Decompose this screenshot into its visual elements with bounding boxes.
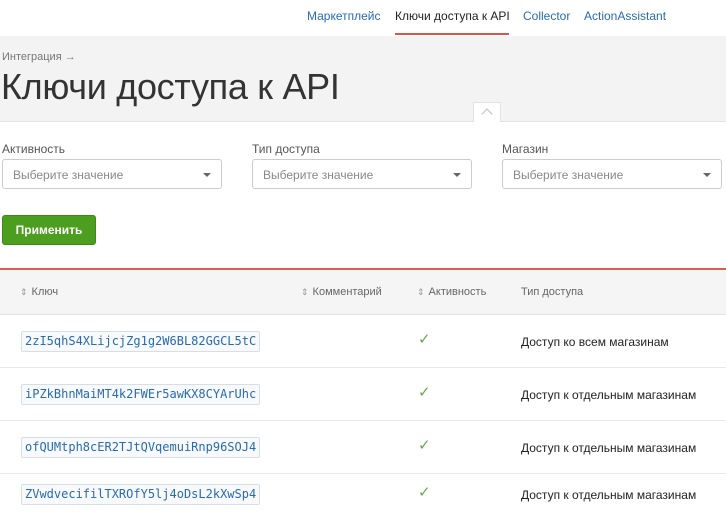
column-key[interactable]: ⇕ Ключ [20,286,58,298]
checkmark-icon: ✓ [418,437,431,454]
filter-shop-label: Магазин [502,142,549,156]
tab-collector[interactable]: Collector [523,9,570,23]
access-type-value: Доступ ко всем магазинам [521,335,669,349]
column-comment-label: Комментарий [312,286,382,298]
chevron-up-icon [481,108,493,120]
api-key-link[interactable]: ofQUMtph8cER2TJtQVqemuiRnp96SOJ4 [21,437,261,458]
checkmark-icon: ✓ [418,384,431,401]
page-title: Ключи доступа к API [1,66,340,107]
checkmark-icon: ✓ [418,331,431,348]
column-activity-label: Активность [428,286,487,298]
api-keys-table: ⇕ Ключ ⇕ Комментарий ⇕ Активность Тип досту… [0,268,726,520]
caret-down-icon [203,173,211,177]
filter-shop-select[interactable]: Выберите значение [502,159,722,189]
filter-access-type-select[interactable]: Выберите значение [252,159,472,189]
sort-icon: ⇕ [301,287,309,297]
table-row: iPZkBhnMaiMT4k2FWEr5awKX8CYArUhc ✓ Досту… [0,368,726,421]
tab-action-assistant[interactable]: ActionAssistant [584,9,666,23]
api-key-link[interactable]: ZVwdvecifilTXROfY5lj4oDsL2kXwSp4 [21,484,261,505]
select-placeholder: Выберите значение [263,168,374,182]
table-row: 2zI5qhS4XLijcjZg1g2W6BL82GGCL5tC ✓ Досту… [0,315,726,368]
api-key-link[interactable]: 2zI5qhS4XLijcjZg1g2W6BL82GGCL5tC [21,331,261,352]
column-key-label: Ключ [31,286,59,298]
filter-activity-select[interactable]: Выберите значение [2,159,222,189]
table-header: ⇕ Ключ ⇕ Комментарий ⇕ Активность Тип досту… [0,270,726,315]
select-placeholder: Выберите значение [13,168,124,182]
tab-api-keys[interactable]: Ключи доступа к API [395,9,510,23]
caret-down-icon [703,173,711,177]
access-type-value: Доступ к отдельным магазинам [521,441,697,455]
table-row: ZVwdvecifilTXROfY5lj4oDsL2kXwSp4 ✓ Досту… [0,468,726,520]
filter-access-type-label: Тип доступа [252,142,320,156]
sort-icon: ⇕ [417,287,425,297]
api-key-link[interactable]: iPZkBhnMaiMT4k2FWEr5awKX8CYArUhc [21,384,261,405]
sort-icon: ⇕ [20,287,28,297]
breadcrumb[interactable]: Интеграция → [2,51,76,63]
page-header: Интеграция → Ключи доступа к API [0,36,726,122]
table-row: ofQUMtph8cER2TJtQVqemuiRnp96SOJ4 ✓ Досту… [0,421,726,474]
column-access-type: Тип доступа [521,286,584,298]
access-type-value: Доступ к отдельным магазинам [521,488,697,502]
checkmark-icon: ✓ [418,484,431,501]
select-placeholder: Выберите значение [513,168,624,182]
access-type-value: Доступ к отдельным магазинам [521,388,697,402]
collapse-header-button[interactable] [473,102,501,122]
column-activity[interactable]: ⇕ Активность [417,286,486,298]
apply-button[interactable]: Применить [2,215,96,245]
top-nav: Маркетплейс Ключи доступа к API Collecto… [0,0,726,36]
column-comment[interactable]: ⇕ Комментарий [301,286,382,298]
caret-down-icon [453,173,461,177]
tab-marketplace[interactable]: Маркетплейс [307,9,381,23]
active-tab-indicator [395,33,509,35]
filter-activity-label: Активность [2,142,66,156]
